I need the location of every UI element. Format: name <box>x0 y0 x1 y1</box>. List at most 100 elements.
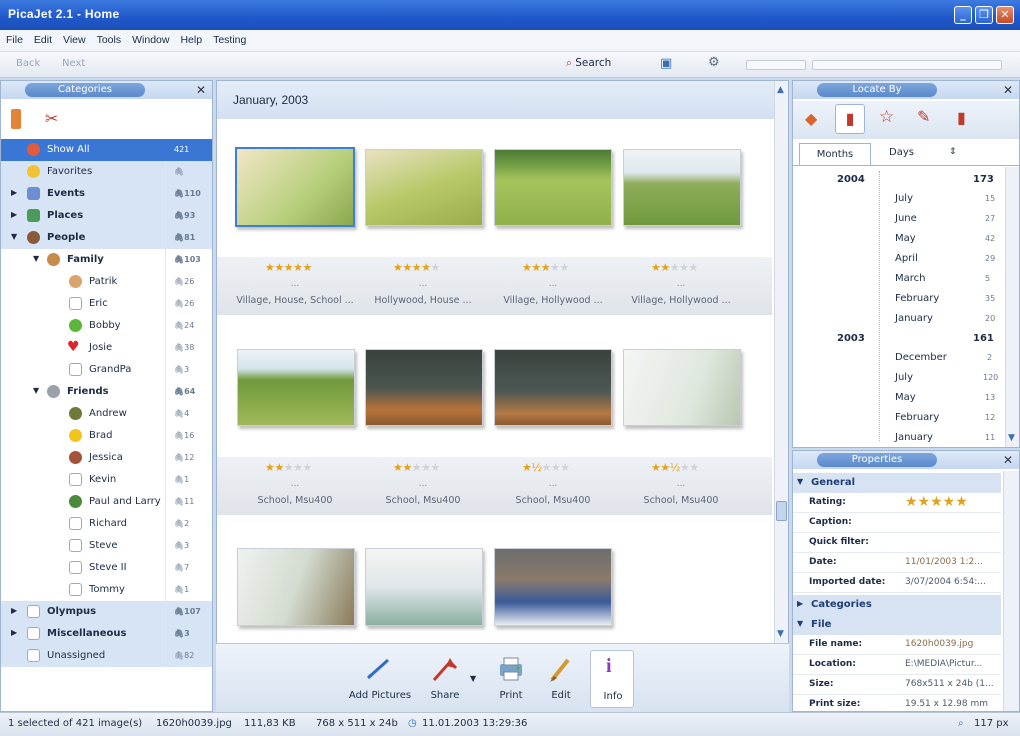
month-item[interactable]: July <box>895 372 913 383</box>
info-button-box[interactable]: i Info <box>590 650 634 708</box>
category-josie[interactable]: ♥ Josie 🖇38 <box>1 337 212 359</box>
category-patrik[interactable]: Patrik 🖇26 <box>1 271 212 293</box>
photo-thumbnail[interactable] <box>365 349 483 426</box>
share-button[interactable]: Share <box>428 690 462 701</box>
rating-stars[interactable]: ★★★★★ <box>522 261 569 274</box>
category-steve[interactable]: Steve 🖇3 <box>1 535 212 557</box>
category-eric[interactable]: Eric 🖇26 <box>1 293 212 315</box>
scroll-down-icon[interactable]: ▼ <box>777 629 784 639</box>
category-family[interactable]: ▼ Family 🖇103 <box>1 249 212 271</box>
photo-thumbnail[interactable] <box>365 149 483 226</box>
menu-window[interactable]: Window <box>126 30 174 46</box>
date-mode-icon[interactable]: ◆ <box>805 109 817 128</box>
photo-thumbnail[interactable] <box>237 349 355 426</box>
prop-date[interactable]: Date: 11/01/2003 1:2... <box>793 553 1001 573</box>
photo-thumbnail[interactable] <box>365 548 483 626</box>
category-people[interactable]: ▼ People 🖇81 <box>1 227 212 249</box>
category-richard[interactable]: Richard 🖇2 <box>1 513 212 535</box>
rating-stars[interactable]: ★★★★★ <box>265 461 312 474</box>
size-slider[interactable] <box>812 60 1002 70</box>
category-bobby[interactable]: Bobby 🖇24 <box>1 315 212 337</box>
new-category-icon[interactable] <box>11 109 21 129</box>
month-item[interactable]: April <box>895 253 918 264</box>
month-item[interactable]: January <box>895 432 933 443</box>
category-kevin[interactable]: Kevin 🖇1 <box>1 469 212 491</box>
collapse-icon[interactable]: ▼ <box>33 254 39 263</box>
year-label[interactable]: 2004 <box>837 174 865 185</box>
scroll-thumb[interactable] <box>776 501 787 521</box>
expand-icon[interactable]: ▶ <box>11 188 17 197</box>
menu-help[interactable]: Help <box>174 30 207 46</box>
rating-stars[interactable]: ★★★★★ <box>905 494 1000 510</box>
close-panel-icon[interactable]: ✕ <box>196 83 206 97</box>
collapse-icon[interactable]: ▼ <box>11 232 17 241</box>
group-file[interactable]: ▼ File <box>793 615 1001 635</box>
gallery-scrollbar[interactable]: ▲ ▼ <box>774 81 788 711</box>
photo-thumbnail[interactable] <box>623 149 741 226</box>
keyword-mode-icon[interactable]: ✎ <box>917 107 930 126</box>
photo-thumbnail[interactable] <box>494 149 612 226</box>
prop-caption[interactable]: Caption: <box>793 513 1001 533</box>
maximize-button[interactable]: ❐ <box>975 6 993 24</box>
prop-quick-filter[interactable]: Quick filter: <box>793 533 1001 553</box>
share-icon[interactable] <box>430 654 460 684</box>
month-item[interactable]: February <box>895 412 939 423</box>
close-panel-icon[interactable]: ✕ <box>1003 453 1013 467</box>
category-jessica[interactable]: Jessica 🖇12 <box>1 447 212 469</box>
month-item[interactable]: June <box>895 213 917 224</box>
rating-stars[interactable]: ★★★★★ <box>393 261 440 274</box>
category-paul-and-larry[interactable]: Paul and Larry 🖇11 <box>1 491 212 513</box>
photo-thumbnail[interactable] <box>494 548 612 626</box>
category-favorites[interactable]: Favorites 🖇 <box>1 161 212 183</box>
photo-thumbnail[interactable] <box>235 147 355 227</box>
expand-icon[interactable]: ▶ <box>11 628 17 637</box>
rating-stars[interactable]: ★★½★★ <box>651 461 699 474</box>
menu-testing[interactable]: Testing <box>207 30 251 46</box>
settings-icon[interactable]: ⚙ <box>708 55 720 70</box>
category-tommy[interactable]: Tommy 🖇1 <box>1 579 212 601</box>
back-button[interactable]: Back <box>16 58 40 69</box>
category-friends[interactable]: ▼ Friends 🖇64 <box>1 381 212 403</box>
category-grandpa[interactable]: GrandPa 🖇3 <box>1 359 212 381</box>
slideshow-icon[interactable]: ▣ <box>660 56 672 71</box>
bookmark-mode-icon[interactable]: ▮ <box>957 108 966 127</box>
printer-icon[interactable] <box>496 654 526 684</box>
photo-thumbnail[interactable] <box>623 349 741 426</box>
menu-file[interactable]: File <box>0 30 28 46</box>
category-show-all[interactable]: Show All 421 <box>1 139 212 161</box>
month-item[interactable]: July <box>895 193 913 204</box>
print-button[interactable]: Print <box>496 690 526 701</box>
month-item[interactable]: May <box>895 233 916 244</box>
zoom-slider[interactable] <box>746 60 806 70</box>
month-item[interactable]: May <box>895 392 916 403</box>
month-item[interactable]: March <box>895 273 925 284</box>
expand-icon[interactable]: ▶ <box>11 210 17 219</box>
menu-edit[interactable]: Edit <box>28 30 57 46</box>
close-panel-icon[interactable]: ✕ <box>1003 83 1013 97</box>
edit-brush-icon[interactable] <box>546 654 576 684</box>
collapse-icon[interactable]: ▼ <box>33 386 39 395</box>
category-miscellaneous[interactable]: ▶ Miscellaneous 🖇3 <box>1 623 212 645</box>
delete-category-icon[interactable]: ✂ <box>45 109 58 128</box>
rating-stars[interactable]: ★★★★★ <box>393 461 440 474</box>
year-label[interactable]: 2003 <box>837 333 865 344</box>
sort-icon[interactable]: ⇕ <box>949 147 957 157</box>
rating-mode-icon[interactable]: ☆ <box>879 107 894 127</box>
category-brad[interactable]: Brad 🖇16 <box>1 425 212 447</box>
menu-tools[interactable]: Tools <box>91 30 127 46</box>
calendar-mode-icon[interactable]: ▮ <box>835 104 865 134</box>
expand-icon[interactable]: ▶ <box>11 606 17 615</box>
photo-thumbnail[interactable] <box>494 349 612 426</box>
category-olympus[interactable]: ▶ Olympus 🖇107 <box>1 601 212 623</box>
scroll-up-icon[interactable]: ▲ <box>777 85 784 95</box>
rating-stars[interactable]: ★★★★★ <box>265 261 312 274</box>
edit-button[interactable]: Edit <box>548 690 574 701</box>
tab-months[interactable]: Months <box>799 143 871 165</box>
scroll-down-icon[interactable]: ▼ <box>1008 433 1015 443</box>
category-unassigned[interactable]: Unassigned 🖇82 <box>1 645 212 667</box>
rating-stars[interactable]: ★★★★★ <box>651 261 698 274</box>
category-andrew[interactable]: Andrew 🖇4 <box>1 403 212 425</box>
properties-scrollbar[interactable] <box>1003 471 1019 711</box>
add-pictures-icon[interactable] <box>364 654 394 684</box>
month-item[interactable]: February <box>895 293 939 304</box>
